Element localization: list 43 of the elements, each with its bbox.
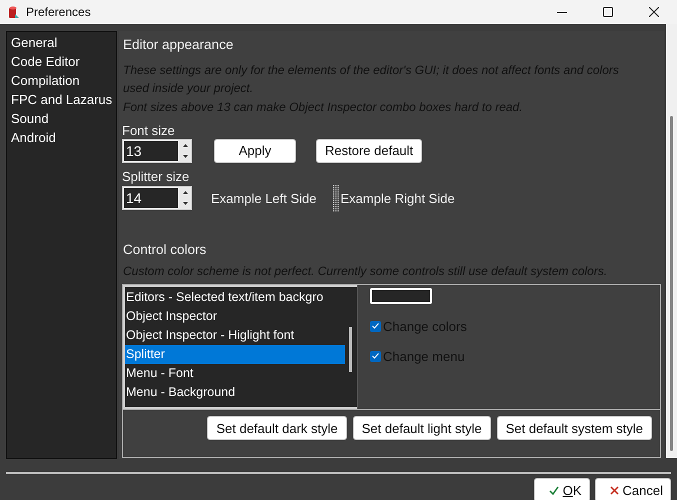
up-arrow-icon[interactable] (182, 191, 188, 194)
app-icon (6, 5, 20, 19)
window-title: Preferences (26, 5, 92, 19)
close-icon (610, 486, 619, 494)
example-text: Example Left Side (211, 190, 317, 206)
style-button[interactable]: Set default system style (496, 416, 652, 440)
style-button[interactable]: Set default dark style (207, 416, 347, 440)
splitter-size-spinner[interactable]: 14 (122, 186, 192, 210)
splitter-grip[interactable] (332, 184, 340, 212)
down-arrow-icon[interactable] (182, 154, 188, 158)
scrollbar[interactable] (666, 24, 677, 458)
close-icon (649, 7, 659, 17)
example-text: Example Right Side (340, 190, 455, 206)
up-arrow-icon[interactable] (182, 144, 188, 146)
restore-default-button[interactable]: Restore default (316, 138, 422, 162)
field-label: Splitter size (122, 168, 190, 184)
style-button[interactable]: Set default light style (352, 416, 491, 440)
checkbox[interactable] (370, 350, 381, 362)
section-heading: Editor appearance (122, 37, 234, 52)
cancel-button[interactable]: Cancel (594, 478, 671, 500)
maximize-icon (603, 7, 613, 17)
check-icon (548, 486, 559, 494)
category-item[interactable]: Sound (9, 109, 116, 128)
list-item[interactable]: Object Inspector (125, 307, 345, 326)
apply-button[interactable]: Apply (214, 138, 296, 162)
section-heading: Control colors (122, 242, 208, 256)
list-item[interactable]: Editors - Selected text/item backgro (125, 288, 345, 307)
list-item[interactable]: Splitter (125, 345, 345, 364)
category-item[interactable]: General (9, 33, 116, 52)
checkbox[interactable] (370, 320, 381, 332)
scrollbar-thumb[interactable] (349, 327, 352, 372)
list-item[interactable]: Menu - Font (125, 364, 345, 383)
list-item[interactable]: Menu - Background (125, 383, 345, 402)
category-item[interactable]: Code Editor (9, 52, 116, 71)
down-arrow-icon[interactable] (182, 202, 188, 205)
font-size-spinner[interactable]: 13 (122, 138, 192, 162)
color-swatch[interactable] (370, 288, 432, 304)
category-item[interactable]: FPC and Lazarus (9, 90, 116, 109)
list-item[interactable]: Object Inspector - Higlight font (125, 326, 345, 345)
ok-button[interactable]: OK (534, 478, 590, 500)
category-item[interactable]: Android (9, 128, 116, 147)
field-label: Font size (122, 122, 176, 138)
category-item[interactable]: Compilation (9, 71, 116, 90)
